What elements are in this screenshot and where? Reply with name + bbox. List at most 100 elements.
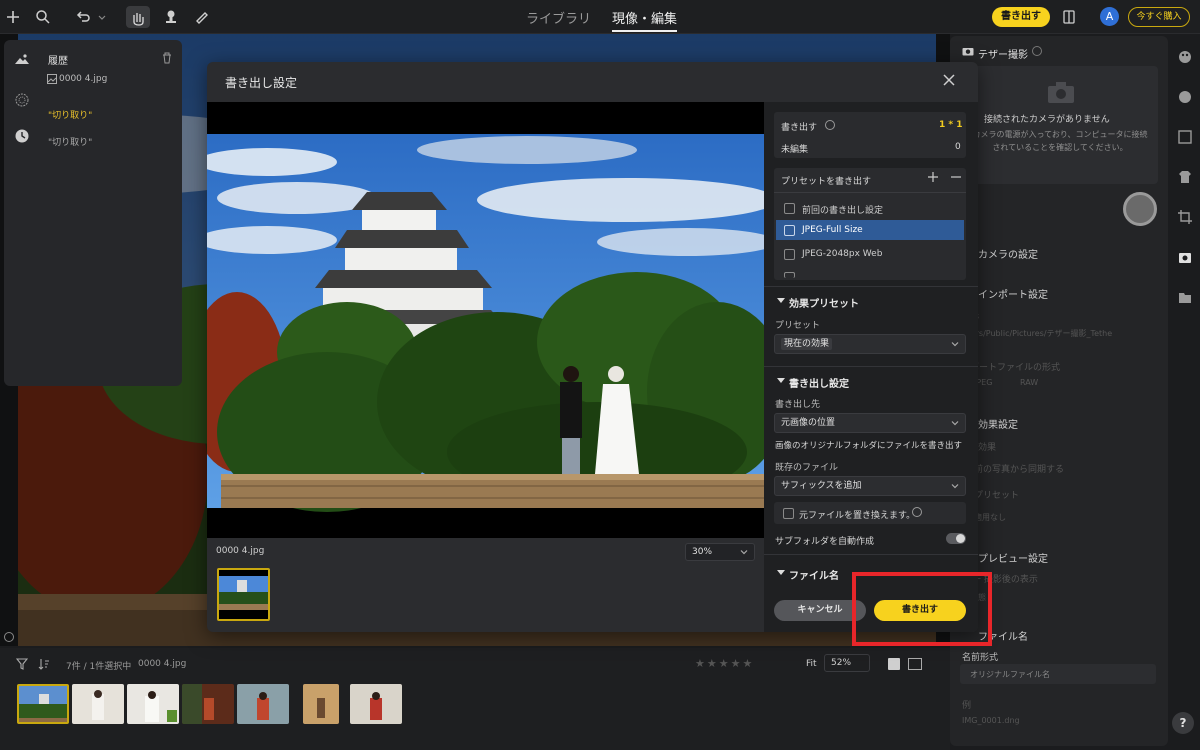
compare-view-icon[interactable]	[908, 658, 922, 670]
history-panel: 履歴 0000 4.jpg "切り取り" "切り取り"	[4, 40, 182, 386]
no-camera-box: 接続されたカメラがありません カメラの電源が入っており、コンピュータに接続されて…	[960, 66, 1158, 184]
frame-icon[interactable]	[1178, 130, 1192, 144]
compare-icon[interactable]	[1060, 8, 1078, 26]
add-preset-icon[interactable]	[927, 171, 939, 183]
remove-preset-icon[interactable]	[950, 171, 962, 183]
tab-develop[interactable]: 現像・編集	[612, 8, 678, 32]
example-label: 例	[962, 701, 972, 711]
clock-icon[interactable]	[14, 128, 30, 144]
name-format-value: オリジナルファイル名	[970, 670, 1050, 679]
replace-original-checkbox[interactable]	[783, 508, 794, 519]
history-file: 0000 4.jpg	[59, 74, 108, 84]
info-icon[interactable]	[825, 120, 835, 130]
preset-checkbox-0[interactable]	[784, 203, 795, 214]
film-thumb-7[interactable]	[350, 684, 402, 724]
palette-icon[interactable]	[1178, 50, 1192, 64]
undo-history-chevron-icon[interactable]	[96, 8, 108, 26]
topbar-export-button[interactable]: 書き出す	[992, 7, 1050, 27]
preview-thumbnail[interactable]	[217, 568, 270, 621]
search-icon[interactable]	[34, 8, 52, 26]
tether-title: テザー撮影	[978, 50, 1028, 61]
section-divider-3	[764, 554, 978, 555]
single-view-icon[interactable]	[888, 658, 900, 670]
preset-item-full[interactable]: JPEG-Full Size	[802, 225, 863, 235]
camera-icon	[1046, 80, 1076, 104]
zoom-select[interactable]: 52%	[824, 654, 870, 672]
name-format-label: 名前形式	[962, 653, 999, 663]
landscape-icon[interactable]	[14, 52, 30, 66]
film-thumb-3[interactable]	[127, 684, 179, 724]
preset-checkbox-3[interactable]	[784, 272, 795, 278]
rp-preset-label: プリセット	[974, 491, 1020, 501]
avatar[interactable]: A	[1100, 7, 1119, 26]
chevron-down-icon	[739, 547, 749, 557]
preview-zoom-select[interactable]: 30%	[685, 543, 755, 561]
add-icon[interactable]	[4, 8, 22, 26]
tether-camera-icon[interactable]	[1178, 250, 1192, 264]
effect-preset-select[interactable]: 現在の効果	[774, 334, 966, 354]
close-icon[interactable]	[942, 73, 956, 87]
film-thumb-1[interactable]	[17, 684, 69, 724]
preset-item-last[interactable]: 前回の書き出し設定	[802, 203, 883, 216]
chevron-down-icon[interactable]	[777, 569, 785, 577]
film-thumb-5[interactable]	[237, 684, 289, 724]
subfolder-toggle[interactable]	[946, 533, 966, 544]
tab-library[interactable]: ライブラリ	[526, 8, 591, 27]
undo-icon[interactable]	[74, 8, 92, 26]
crop-icon[interactable]	[1178, 210, 1192, 224]
buy-now-button[interactable]: 今すぐ購入	[1128, 7, 1190, 27]
shirt-icon[interactable]	[1178, 170, 1192, 184]
history-item-crop[interactable]: "切り取り"	[48, 135, 92, 148]
example-value: IMG_0001.dng	[962, 716, 1020, 725]
effect-settings-label[interactable]: 効果設定	[978, 416, 1018, 431]
top-toolbar: ライブラリ 現像・編集 書き出す A 今すぐ購入	[0, 0, 1200, 34]
fit-button[interactable]: Fit	[806, 659, 817, 669]
canvas-info-icon[interactable]	[4, 632, 14, 642]
preset-item-web[interactable]: JPEG-2048px Web	[802, 249, 882, 259]
existing-file-select[interactable]: サフィックスを追加	[774, 476, 966, 496]
chevron-down-icon	[950, 418, 960, 428]
trash-icon[interactable]	[162, 52, 172, 64]
chevron-down-icon[interactable]	[777, 377, 785, 385]
hand-tool-icon[interactable]	[126, 6, 150, 28]
preset-label: プリセット	[775, 321, 821, 331]
stamp-icon[interactable]	[162, 8, 180, 26]
camera-small-icon	[962, 46, 974, 56]
existing-file-value: サフィックスを追加	[781, 481, 862, 491]
preset-checkbox-1[interactable]	[784, 225, 795, 236]
camera-settings-label[interactable]: カメラの設定	[978, 246, 1038, 261]
import-format-label: ポートファイルの形式	[970, 363, 1061, 373]
filename-section-title[interactable]: ファイル名	[789, 567, 839, 582]
star-rating[interactable]: ★★★★★	[695, 657, 787, 671]
sort-icon[interactable]	[38, 658, 50, 670]
help-button[interactable]: ?	[1172, 712, 1194, 734]
texture-icon[interactable]	[14, 92, 30, 108]
name-format-select[interactable]: オリジナルファイル名	[960, 664, 1156, 684]
film-thumb-4[interactable]	[182, 684, 234, 724]
preview-settings-label[interactable]: プレビュー設定	[978, 550, 1048, 565]
zoom-value: 52%	[831, 658, 852, 668]
info-icon[interactable]	[1032, 46, 1042, 56]
folder-icon[interactable]	[1178, 290, 1192, 304]
info-icon[interactable]	[912, 507, 922, 517]
brush-icon[interactable]	[192, 8, 210, 26]
sync-label: 前の写真から同期する	[974, 465, 1065, 475]
history-item-crop-active[interactable]: "切り取り"	[48, 108, 92, 121]
film-thumb-6[interactable]	[303, 684, 339, 724]
film-thumb-2[interactable]	[72, 684, 124, 724]
toggle-knob	[956, 534, 965, 543]
effect-section-title[interactable]: 効果プリセット	[789, 295, 859, 310]
preset-checkbox-2[interactable]	[784, 249, 795, 260]
filter-icon[interactable]	[16, 658, 28, 670]
export-count-label: 書き出す	[781, 123, 818, 133]
dest-select[interactable]: 元画像の位置	[774, 413, 966, 433]
import-settings-label[interactable]: インポート設定	[978, 286, 1048, 301]
chevron-down-icon[interactable]	[777, 297, 785, 305]
export-section-title[interactable]: 書き出し設定	[789, 375, 849, 390]
shutter-button[interactable]	[1123, 192, 1157, 226]
dest-label: 書き出し先	[775, 400, 821, 410]
dialog-title: 書き出し設定	[225, 76, 298, 90]
effect-apply-label: 効果	[978, 443, 997, 453]
chevron-down-icon	[950, 339, 960, 349]
face-icon[interactable]	[1178, 90, 1192, 104]
